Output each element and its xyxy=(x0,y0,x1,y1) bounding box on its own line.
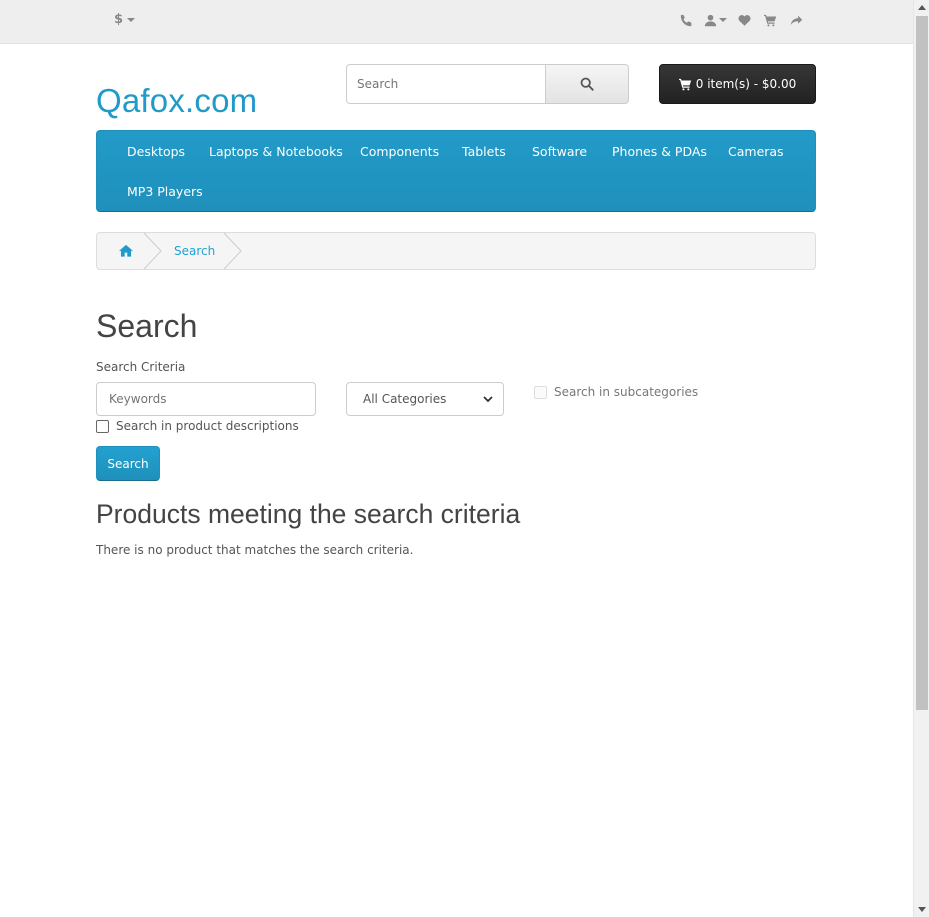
menu-item-components[interactable]: Components xyxy=(360,144,439,159)
currency-dropdown[interactable]: $ xyxy=(114,12,136,27)
page-scrollbar[interactable] xyxy=(913,0,929,917)
scroll-up-arrow-icon[interactable] xyxy=(918,5,926,10)
scrollbar-thumb[interactable] xyxy=(916,16,928,710)
results-title: Products meeting the search criteria xyxy=(96,499,521,529)
home-icon[interactable] xyxy=(119,244,133,260)
caret-down-icon xyxy=(718,18,727,22)
breadcrumb: Search xyxy=(96,232,816,270)
site-logo[interactable]: Qafox.com xyxy=(96,82,257,120)
share-icon[interactable] xyxy=(785,11,807,29)
menu-item-tablets[interactable]: Tablets xyxy=(462,144,506,159)
no-results-message: There is no product that matches the sea… xyxy=(96,543,414,557)
search-submit-button[interactable]: Search xyxy=(96,446,160,481)
breadcrumb-item-search[interactable]: Search xyxy=(174,244,215,258)
subcategories-checkbox[interactable] xyxy=(534,385,547,399)
heart-icon[interactable] xyxy=(733,11,755,29)
search-icon xyxy=(580,77,594,91)
menu-item-software[interactable]: Software xyxy=(532,144,587,159)
search-input[interactable] xyxy=(346,64,545,104)
menu-item-mp3-players[interactable]: MP3 Players xyxy=(127,184,203,199)
top-links xyxy=(671,11,807,29)
descriptions-checkbox[interactable] xyxy=(96,419,109,433)
search-button[interactable] xyxy=(545,64,629,104)
cart-icon[interactable] xyxy=(759,11,781,29)
breadcrumb-separator xyxy=(143,233,162,269)
phone-icon[interactable] xyxy=(675,11,697,29)
account-dropdown[interactable] xyxy=(701,11,729,29)
menu-item-cameras[interactable]: Cameras xyxy=(728,144,784,159)
header-search xyxy=(346,64,629,104)
page-title: Search xyxy=(96,308,198,344)
menu-item-phones-pdas[interactable]: Phones & PDAs xyxy=(612,144,707,159)
chevron-down-icon xyxy=(483,396,493,403)
descriptions-label: Search in product descriptions xyxy=(116,419,299,433)
main-menu: Desktops Laptops & Notebooks Components … xyxy=(96,130,816,212)
breadcrumb-separator xyxy=(223,233,242,269)
cart-icon xyxy=(678,78,691,90)
currency-symbol: $ xyxy=(114,12,124,27)
top-bar: $ xyxy=(0,0,913,44)
subcategories-label: Search in subcategories xyxy=(554,385,699,399)
keywords-input[interactable] xyxy=(96,382,316,416)
caret-down-icon xyxy=(127,17,136,22)
cart-total: 0 item(s) - $0.00 xyxy=(695,77,797,91)
menu-item-laptops-notebooks[interactable]: Laptops & Notebooks xyxy=(209,144,343,159)
subcategories-option: Search in subcategories xyxy=(534,385,698,399)
category-select[interactable]: All Categories xyxy=(346,382,504,416)
scroll-down-arrow-icon[interactable] xyxy=(918,907,926,912)
menu-item-desktops[interactable]: Desktops xyxy=(127,144,185,159)
search-criteria-label: Search Criteria xyxy=(96,360,186,374)
user-icon xyxy=(704,14,716,26)
category-selected-value: All Categories xyxy=(363,392,447,406)
descriptions-option: Search in product descriptions xyxy=(96,419,299,433)
cart-button[interactable]: 0 item(s) - $0.00 xyxy=(659,64,816,104)
